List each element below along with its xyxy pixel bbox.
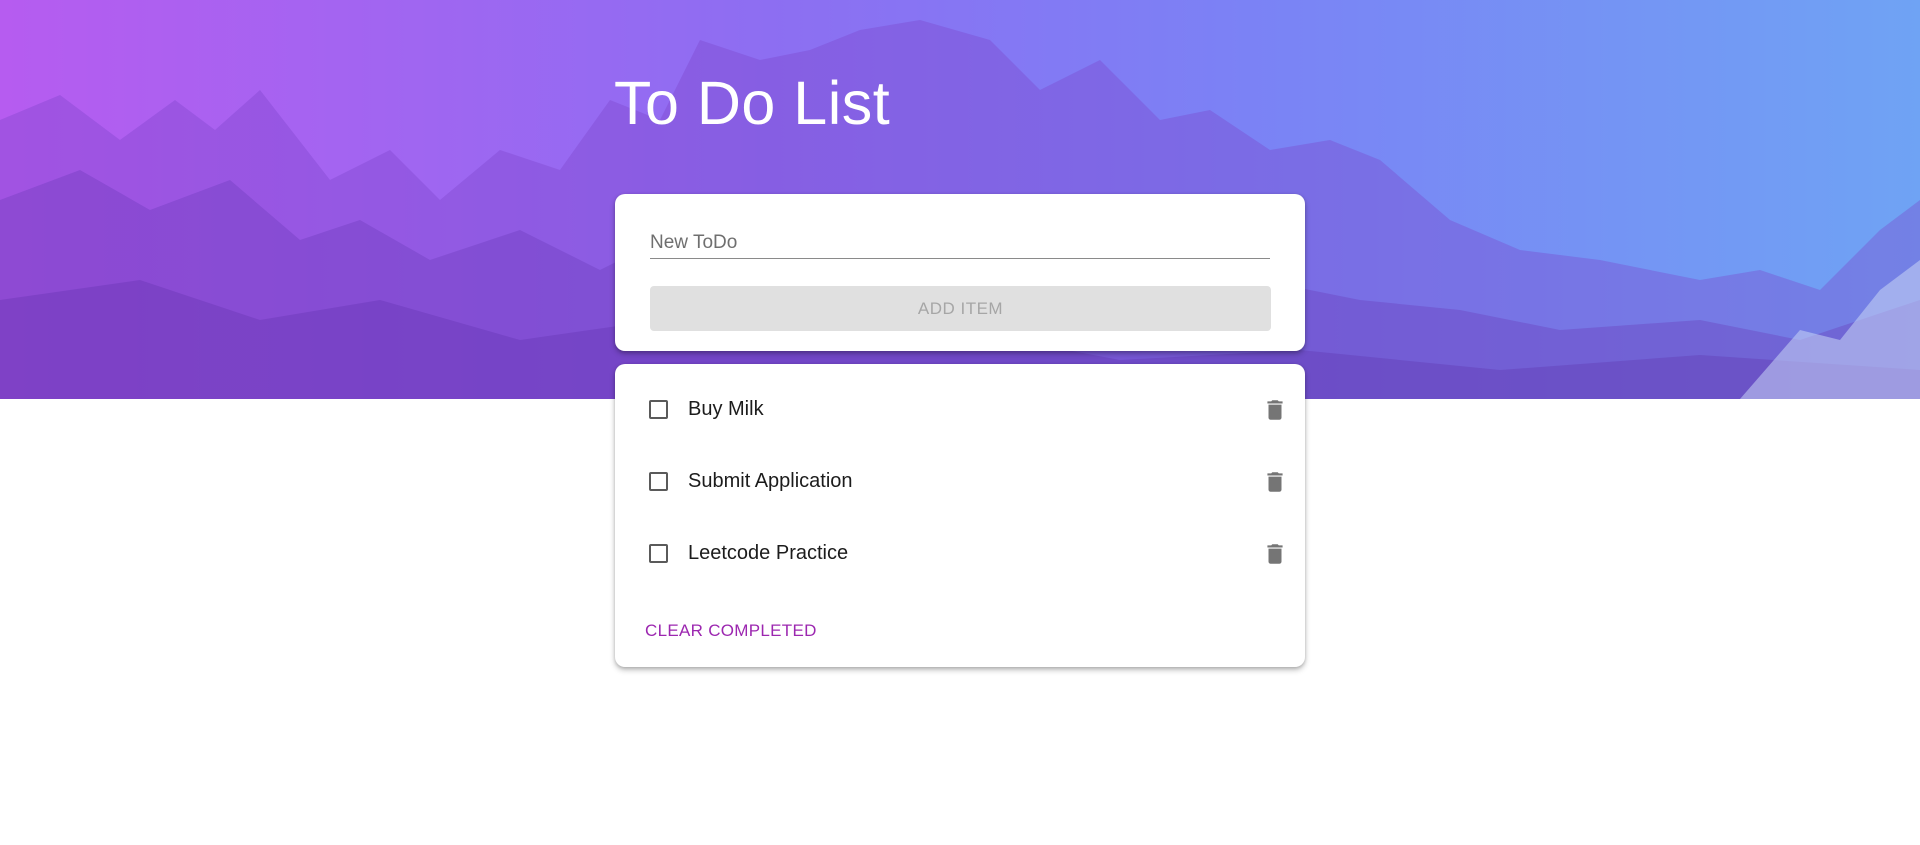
trash-icon[interactable] [1262, 541, 1288, 567]
todo-item-label: Buy Milk [688, 398, 764, 420]
checkbox-unchecked-icon[interactable] [649, 400, 668, 419]
todo-item-label: Submit Application [688, 470, 853, 492]
todo-item: Submit Application [615, 458, 1305, 508]
todo-item: Buy Milk [615, 386, 1305, 436]
todo-list-card: Buy Milk Submit Application Leetcode Pra… [615, 364, 1305, 667]
new-todo-input[interactable] [650, 228, 1270, 259]
checkbox-unchecked-icon[interactable] [649, 544, 668, 563]
trash-icon[interactable] [1262, 469, 1288, 495]
new-todo-card: ADD ITEM [615, 194, 1305, 351]
clear-completed-button[interactable]: CLEAR COMPLETED [645, 621, 817, 641]
trash-icon[interactable] [1262, 397, 1288, 423]
todo-item: Leetcode Practice [615, 530, 1305, 580]
add-item-button[interactable]: ADD ITEM [650, 286, 1271, 331]
todo-item-label: Leetcode Practice [688, 542, 849, 564]
checkbox-unchecked-icon[interactable] [649, 472, 668, 491]
page-title: To Do List [614, 69, 891, 137]
